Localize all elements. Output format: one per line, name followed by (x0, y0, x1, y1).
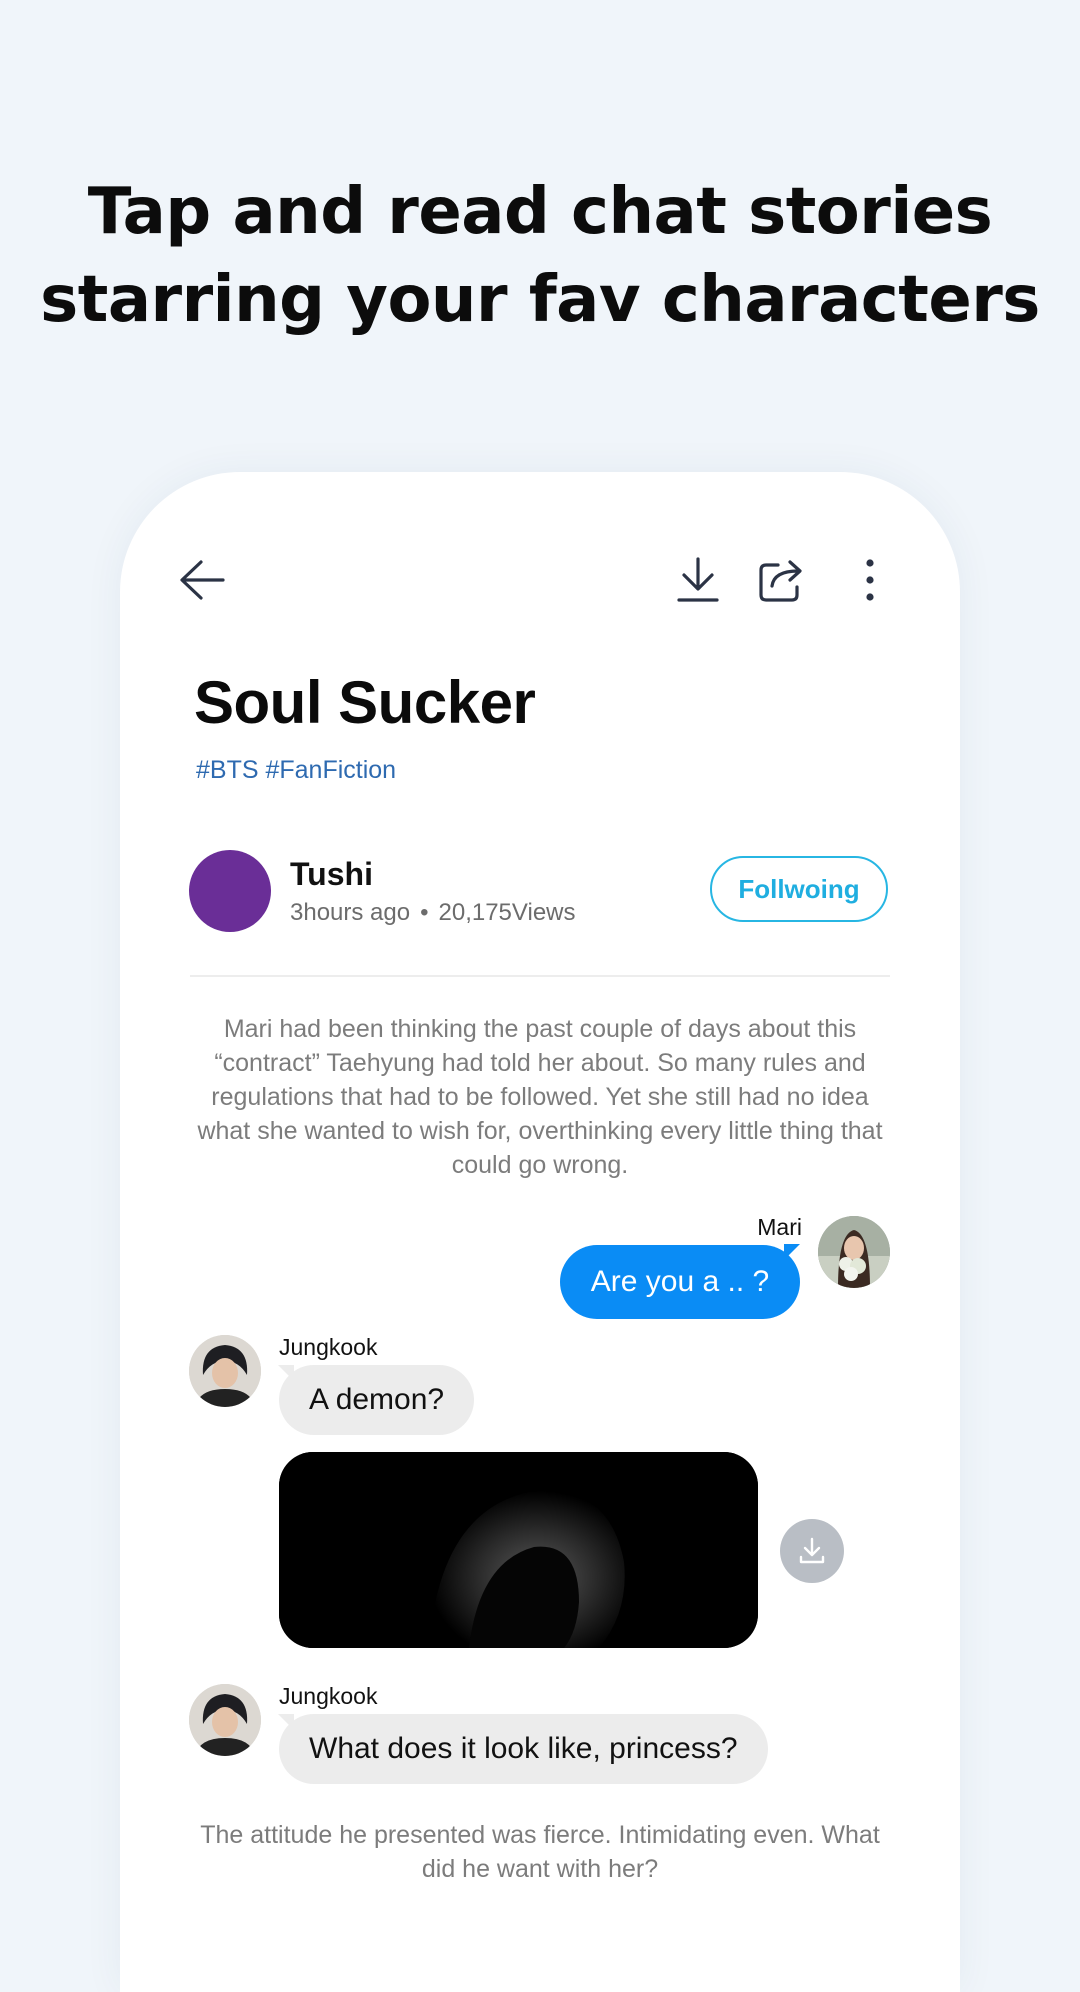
meta-separator: • (420, 899, 429, 926)
more-vertical-icon (866, 559, 874, 601)
author-avatar[interactable] (189, 850, 271, 932)
post-time: 3hours ago (290, 899, 411, 926)
message-bubble-incoming[interactable]: A demon? (279, 1365, 475, 1435)
headline: Tap and read chat stories starring your … (0, 168, 1080, 344)
author-meta: 3hours ago • 20,175Views (290, 899, 576, 927)
sender-name: Jungkook (279, 1683, 378, 1709)
narration-text: The attitude he presented was fierce. In… (200, 1821, 880, 1883)
author-name[interactable]: Tushi (290, 856, 373, 893)
download-button[interactable] (668, 550, 728, 610)
share-button[interactable] (752, 550, 812, 610)
avatar[interactable] (189, 1335, 261, 1407)
image-download-button[interactable] (780, 1519, 844, 1583)
view-count: 20,175Views (438, 899, 576, 926)
share-icon (759, 560, 802, 602)
hooded-figure-image (279, 1452, 758, 1648)
back-button[interactable] (172, 550, 232, 610)
divider (190, 975, 890, 977)
story-tags[interactable]: #BTS #FanFiction (196, 756, 396, 785)
headline-line-2: starring your fav characters (40, 263, 1040, 337)
headline-line-1: Tap and read chat stories (87, 175, 993, 249)
more-options-button[interactable] (840, 550, 900, 610)
avatar[interactable] (189, 1684, 261, 1756)
mari-avatar-image (818, 1216, 890, 1288)
arrow-left-icon (180, 560, 225, 600)
message-bubble-outgoing[interactable]: Are you a .. ? (560, 1245, 800, 1319)
sender-name: Jungkook (279, 1334, 378, 1360)
narration-text: Mari had been thinking the past couple o… (197, 1015, 883, 1179)
message-bubble-incoming[interactable]: What does it look like, princess? (279, 1714, 768, 1784)
story-title: Soul Sucker (194, 669, 536, 736)
message-image[interactable] (279, 1452, 758, 1648)
jungkook-avatar-image (189, 1684, 261, 1756)
download-icon (799, 1537, 825, 1564)
jungkook-avatar-image (189, 1335, 261, 1407)
sender-name: Mari (757, 1214, 802, 1240)
phone-screen: Soul Sucker #BTS #FanFiction Tushi 3hour… (120, 472, 960, 1992)
following-button[interactable]: Follwoing (710, 856, 888, 922)
download-icon (677, 557, 719, 602)
avatar[interactable] (818, 1216, 890, 1288)
